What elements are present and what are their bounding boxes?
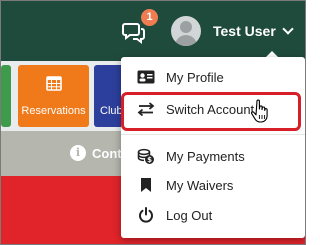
user-menu-toggle[interactable]: Test User — [171, 13, 297, 49]
switch-arrows-icon — [137, 100, 155, 118]
notification-badge[interactable]: 1 — [141, 9, 158, 26]
menu-item-label: My Profile — [166, 69, 224, 85]
menu-item-label: Switch Account — [166, 101, 255, 117]
menu-item-my-payments[interactable]: $ My Payments — [121, 141, 305, 171]
user-avatar — [171, 16, 201, 46]
app-frame: 1 Test User Reservations Club i Conta My… — [0, 0, 306, 245]
menu-item-my-waivers[interactable]: My Waivers — [121, 170, 305, 200]
info-icon: i — [70, 145, 86, 161]
menu-item-label: My Payments — [166, 148, 245, 164]
user-dropdown-menu: My Profile Switch Account $ My Payments … — [121, 57, 305, 238]
user-name: Test User — [213, 23, 276, 39]
menu-divider — [121, 134, 305, 135]
chevron-down-icon — [282, 23, 294, 35]
power-icon — [137, 206, 155, 224]
menu-item-label: Log Out — [166, 207, 213, 223]
green-tile[interactable] — [1, 65, 11, 127]
hand-pointer-cursor-icon — [251, 99, 268, 123]
top-navbar: 1 Test User — [1, 1, 305, 61]
menu-item-label: My Waivers — [166, 177, 234, 193]
calendar-icon — [46, 76, 62, 91]
reservations-tile-label: Reservations — [21, 105, 86, 117]
menu-item-log-out[interactable]: Log Out — [121, 200, 305, 230]
menu-item-switch-account[interactable]: Switch Account — [121, 94, 305, 124]
id-card-icon — [137, 68, 155, 86]
coins-icon: $ — [137, 147, 155, 165]
reservations-tile[interactable]: Reservations — [18, 65, 89, 127]
bookmark-icon — [137, 176, 155, 194]
svg-text:$: $ — [147, 156, 152, 164]
menu-item-my-profile[interactable]: My Profile — [121, 62, 305, 92]
